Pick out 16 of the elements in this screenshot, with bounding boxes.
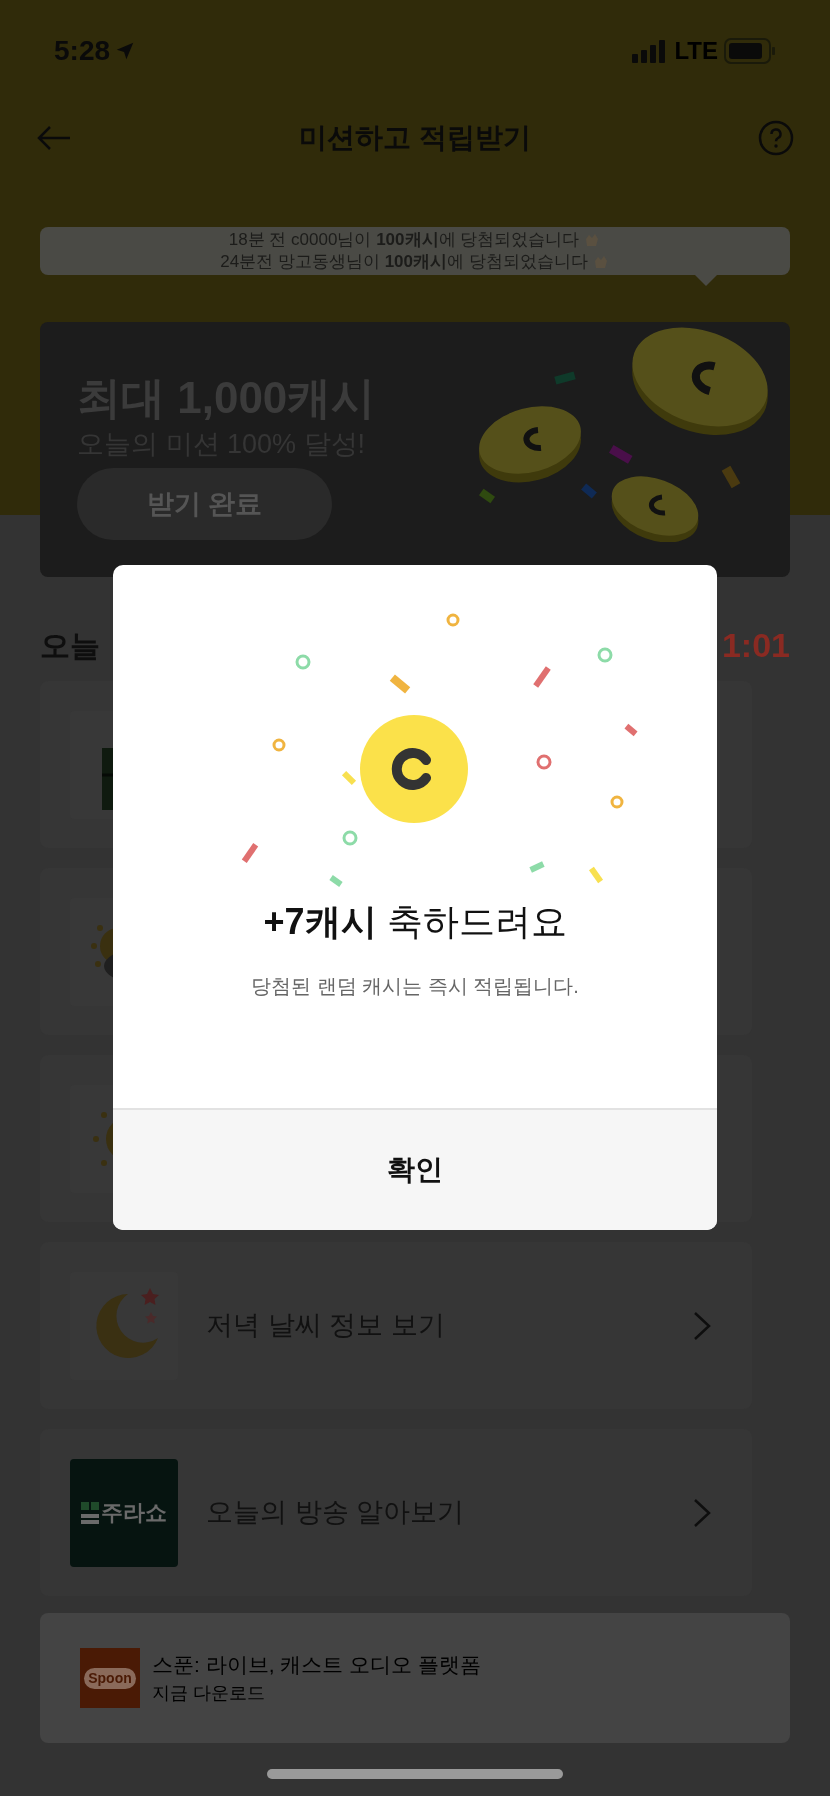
confirm-button[interactable]: 확인 [113, 1110, 717, 1230]
battery-icon [724, 38, 776, 64]
logo-mark-icon [81, 1501, 99, 1524]
chevron-right-icon [692, 1309, 712, 1342]
chevron-right-icon [692, 1496, 712, 1529]
ad-card[interactable]: Spoon 스푼: 라이브, 캐스트 오디오 플랫폼 지금 다운로드 [40, 1613, 790, 1743]
back-arrow-icon [36, 123, 72, 152]
countdown-timer: 1:01 [721, 624, 790, 666]
dialog-message: 당첨된 랜덤 캐시는 즉시 적립됩니다. [251, 974, 579, 999]
dialog-title: +7캐시 축하드려요 [263, 900, 567, 944]
ad-title: 스푼: 라이브, 캐스트 오디오 플랫폼 [152, 1651, 481, 1678]
ad-subtitle: 지금 다운로드 [152, 1682, 266, 1706]
help-icon [758, 119, 794, 156]
logo-text: Spoon [84, 1667, 136, 1689]
cash-coin-icon [358, 713, 470, 825]
logo-text: 주라쇼 [101, 1499, 167, 1527]
